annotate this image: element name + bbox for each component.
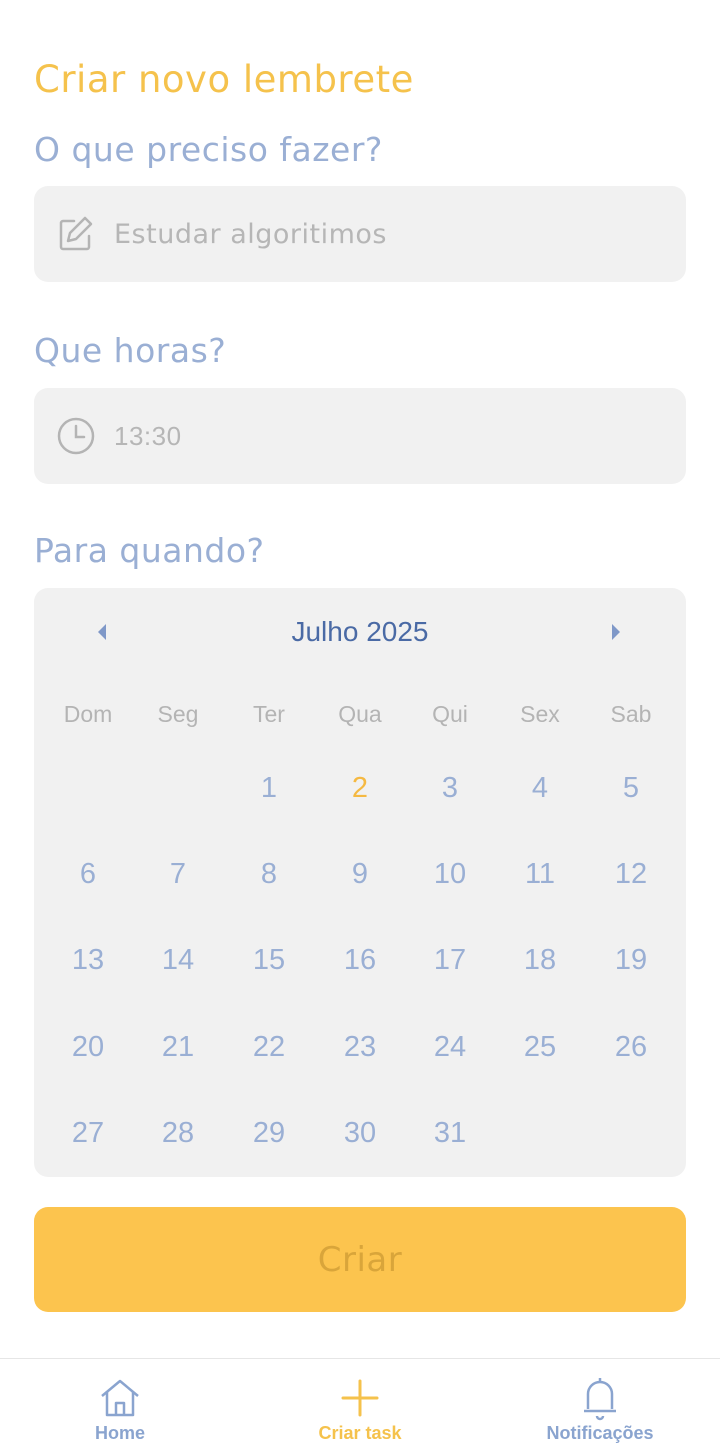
plus-icon — [340, 1375, 380, 1421]
nav-home-label: Home — [94, 1423, 145, 1443]
calendar-day[interactable]: 3 — [410, 763, 490, 813]
calendar-day[interactable]: 18 — [500, 935, 580, 985]
edit-icon — [56, 214, 96, 254]
calendar-day[interactable]: 27 — [48, 1108, 128, 1158]
calendar-day[interactable]: 28 — [138, 1108, 218, 1158]
calendar-day[interactable]: 13 — [48, 935, 128, 985]
calendar-day[interactable]: 5 — [591, 763, 671, 813]
nav-home[interactable]: Home — [40, 1359, 200, 1449]
calendar-day[interactable]: 14 — [138, 935, 218, 985]
date-label: Para quando? — [34, 531, 265, 570]
nav-create-task-label: Criar task — [318, 1423, 402, 1443]
calendar-day[interactable]: 26 — [591, 1022, 671, 1072]
create-button[interactable]: Criar — [34, 1207, 686, 1312]
calendar-day[interactable]: 4 — [500, 763, 580, 813]
task-field[interactable] — [34, 186, 686, 282]
calendar-day[interactable]: 21 — [138, 1022, 218, 1072]
bottom-nav: Home Criar task Notificações — [0, 1358, 720, 1449]
nav-notifications-label: Notificações — [546, 1423, 654, 1443]
calendar-day[interactable]: 25 — [500, 1022, 580, 1072]
task-label: O que preciso fazer? — [34, 130, 383, 169]
calendar-day[interactable]: 31 — [410, 1108, 490, 1158]
task-input[interactable] — [114, 218, 614, 250]
calendar-day[interactable]: 29 — [229, 1108, 309, 1158]
time-input[interactable] — [114, 420, 614, 452]
calendar-day[interactable]: 17 — [410, 935, 490, 985]
nav-create-task[interactable]: Criar task — [280, 1359, 440, 1449]
calendar-day[interactable]: 15 — [229, 935, 309, 985]
calendar-day[interactable]: 16 — [320, 935, 400, 985]
calendar-day[interactable]: 6 — [48, 849, 128, 899]
calendar-day[interactable]: 8 — [229, 849, 309, 899]
nav-notifications[interactable]: Notificações — [520, 1359, 680, 1449]
calendar-day[interactable]: 12 — [591, 849, 671, 899]
calendar-day[interactable]: 30 — [320, 1108, 400, 1158]
calendar-day[interactable]: 10 — [410, 849, 490, 899]
calendar: Julho 2025 Dom Seg Ter Qua Qui Sex Sab 1… — [34, 588, 686, 1177]
calendar-day[interactable]: 1 — [229, 763, 309, 813]
calendar-day[interactable]: 7 — [138, 849, 218, 899]
calendar-day[interactable]: 20 — [48, 1022, 128, 1072]
bell-icon — [580, 1375, 620, 1421]
day-grid: 1 2 3 4 5 6 7 8 9 10 11 12 13 14 15 16 17 18 19 20 21 22 23 24 2… — [34, 588, 686, 1177]
calendar-day[interactable]: 24 — [410, 1022, 490, 1072]
home-icon — [99, 1375, 141, 1421]
calendar-day[interactable]: 22 — [229, 1022, 309, 1072]
page-title: Criar novo lembrete — [34, 58, 414, 101]
time-field[interactable] — [34, 388, 686, 484]
calendar-day[interactable]: 2 — [320, 763, 400, 813]
time-label: Que horas? — [34, 331, 227, 370]
clock-icon — [56, 416, 96, 456]
calendar-day[interactable]: 23 — [320, 1022, 400, 1072]
calendar-day[interactable]: 19 — [591, 935, 671, 985]
calendar-day[interactable]: 11 — [500, 849, 580, 899]
calendar-day[interactable]: 9 — [320, 849, 400, 899]
